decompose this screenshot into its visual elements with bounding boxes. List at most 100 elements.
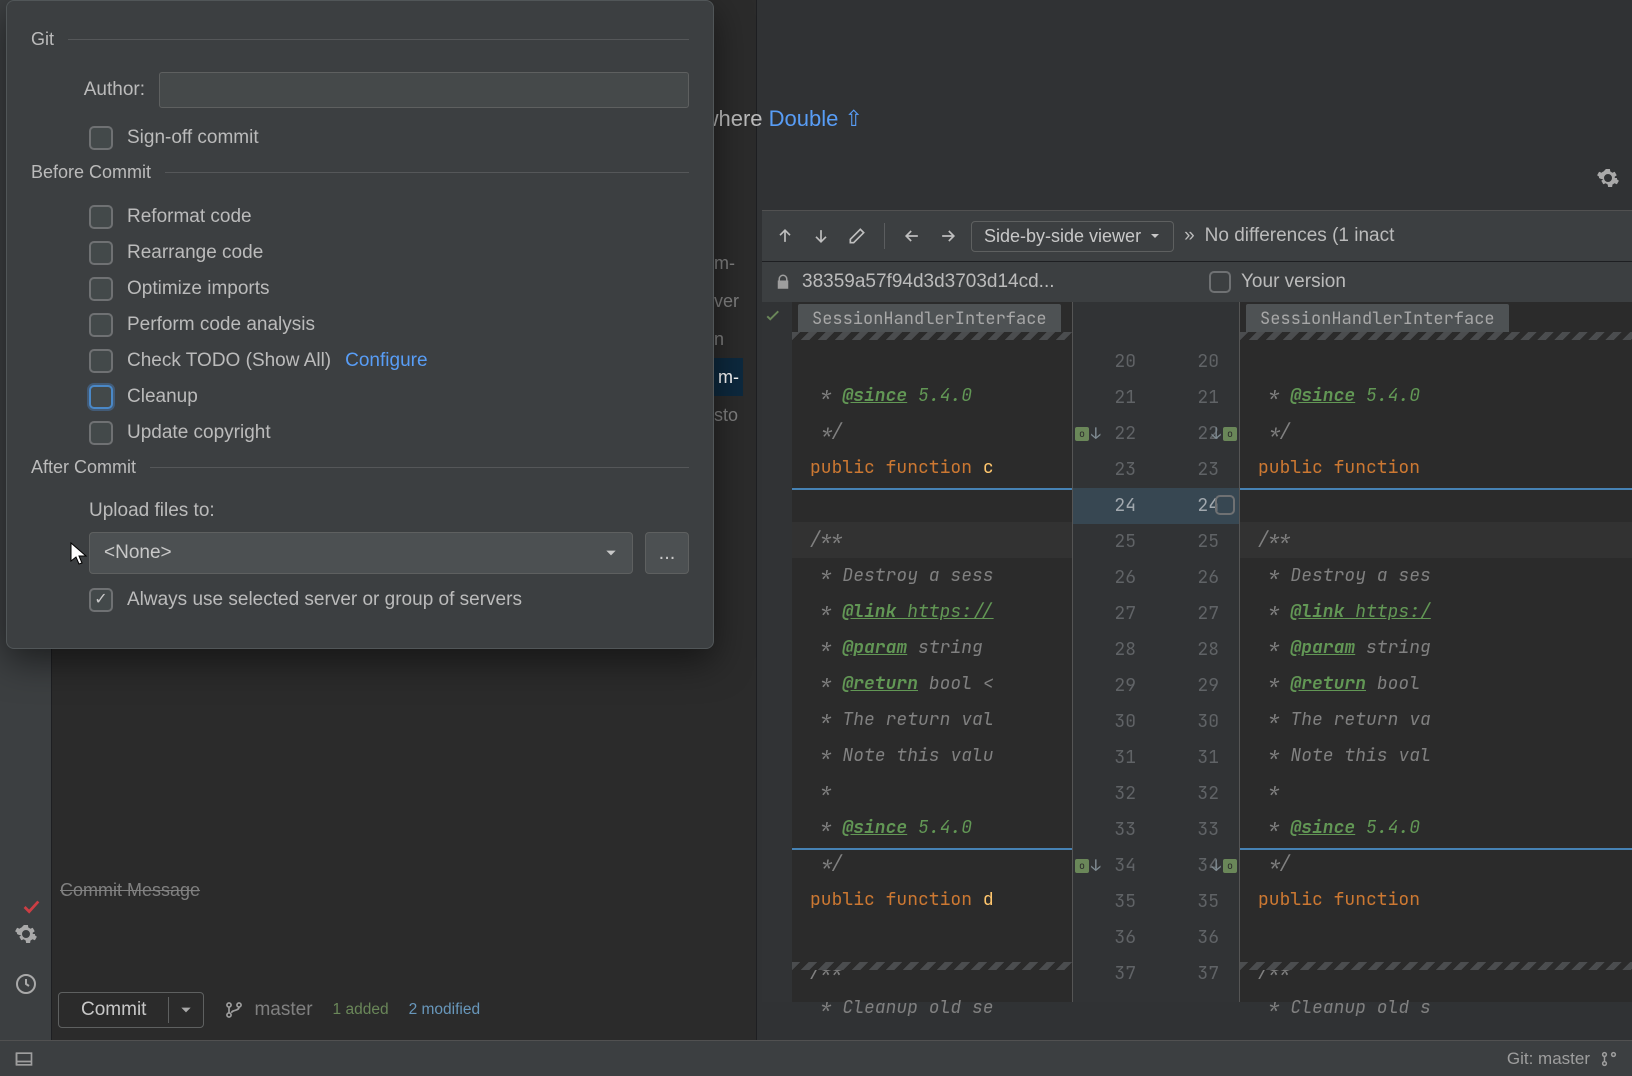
your-version-label: Your version <box>1241 271 1346 293</box>
overflow-icon[interactable]: » <box>1184 225 1195 247</box>
code-line: * <box>1240 774 1632 810</box>
code-line: /** <box>1240 522 1632 558</box>
code-line: * <box>792 774 1072 810</box>
signoff-checkbox[interactable] <box>89 126 113 150</box>
reformat-label: Reformat code <box>127 206 252 228</box>
tool-window-icon[interactable] <box>14 1049 34 1069</box>
diff-status-text: No differences (1 inact <box>1205 225 1395 247</box>
rearrange-checkbox[interactable] <box>89 241 113 265</box>
right-tab[interactable]: SessionHandlerInterface <box>1246 304 1509 334</box>
gutter-line: 27 <box>1073 596 1156 632</box>
always-use-server-label: Always use selected server or group of s… <box>127 589 522 611</box>
code-line: public function d <box>792 882 1072 918</box>
code-line: * Destroy a sess <box>792 558 1072 594</box>
branch-icon <box>224 1000 244 1020</box>
gutter-line: 34o↓ <box>1156 848 1239 884</box>
optimize-checkbox[interactable] <box>89 277 113 301</box>
code-line: * @since 5.4.0 <box>792 378 1072 414</box>
gutter-line: 22o↓ <box>1073 416 1156 452</box>
code-line: * @return bool <box>1240 666 1632 702</box>
left-code-pane[interactable]: SessionHandlerInterface * @since 5.4.0 *… <box>792 302 1072 1002</box>
copyright-checkbox[interactable] <box>89 421 113 445</box>
code-line: * The return val <box>792 702 1072 738</box>
code-line: * @return bool < <box>792 666 1072 702</box>
gutter-line: 27 <box>1156 596 1239 632</box>
code-line: */ <box>792 414 1072 450</box>
gutter-line: 20 <box>1073 344 1156 380</box>
fold-indicator <box>1240 332 1632 340</box>
copyright-label: Update copyright <box>127 422 271 444</box>
viewer-mode-select[interactable]: Side-by-side viewer <box>971 221 1174 252</box>
todo-checkbox[interactable] <box>89 349 113 373</box>
upload-label: Upload files to: <box>89 500 689 522</box>
gear-icon[interactable] <box>14 922 38 946</box>
right-code-pane[interactable]: SessionHandlerInterface * @since 5.4.0 *… <box>1240 302 1632 1002</box>
gutter-line: 23 <box>1073 452 1156 488</box>
gutter-line: 22o↓ <box>1156 416 1239 452</box>
gutter-line: 29 <box>1073 668 1156 704</box>
right-gutter: 202122o↓232425262728293031323334o↓353637 <box>1156 302 1240 1002</box>
todo-configure-link[interactable]: Configure <box>345 350 427 372</box>
gutter-line: 28 <box>1073 632 1156 668</box>
code-line: * @link https:/ <box>1240 594 1632 630</box>
always-use-server-checkbox[interactable] <box>89 588 113 612</box>
optimize-label: Optimize imports <box>127 278 270 300</box>
arrow-down-icon[interactable] <box>808 223 834 249</box>
your-version-checkbox[interactable] <box>1209 271 1231 293</box>
chevron-down-icon[interactable] <box>168 997 203 1023</box>
edit-icon[interactable] <box>844 223 870 249</box>
left-tab[interactable]: SessionHandlerInterface <box>798 304 1061 334</box>
gutter-line: 30 <box>1073 704 1156 740</box>
todo-label: Check TODO (Show All) <box>127 350 331 372</box>
reformat-checkbox[interactable] <box>89 205 113 229</box>
code-line: /** <box>1240 954 1632 990</box>
section-git: Git <box>31 29 689 50</box>
diff-line-checkbox[interactable] <box>1215 495 1235 515</box>
checkmark-icon <box>20 896 42 918</box>
upload-browse-button[interactable]: ... <box>645 532 689 574</box>
section-before: Before Commit <box>31 162 689 183</box>
upload-target-select[interactable]: <None> <box>89 532 633 574</box>
code-line: * @link https:// <box>792 594 1072 630</box>
author-input[interactable] <box>159 72 689 108</box>
branch-icon[interactable] <box>1600 1050 1618 1068</box>
left-gutter: 202122o↓232425262728293031323334o↓353637 <box>1072 302 1156 1002</box>
lock-icon <box>774 273 792 291</box>
diff-toolbar: Side-by-side viewer » No differences (1 … <box>762 210 1632 262</box>
gutter-line: 23 <box>1156 452 1239 488</box>
section-after: After Commit <box>31 457 689 478</box>
gutter-line: 29 <box>1156 668 1239 704</box>
added-count: 1 added <box>333 1001 389 1019</box>
arrow-left-icon[interactable] <box>899 223 925 249</box>
code-line: public function c <box>792 450 1072 486</box>
history-icon[interactable] <box>14 972 38 996</box>
arrow-right-icon[interactable] <box>935 223 961 249</box>
gutter-line: 35 <box>1073 884 1156 920</box>
gutter-line: 26 <box>1156 560 1239 596</box>
gutter-line: 34o↓ <box>1073 848 1156 884</box>
analysis-checkbox[interactable] <box>89 313 113 337</box>
arrow-up-icon[interactable] <box>772 223 798 249</box>
code-line <box>792 918 1072 954</box>
gutter-line: 25 <box>1156 524 1239 560</box>
code-line <box>1240 486 1632 522</box>
commit-options-popup: Git Author: Sign-off commit Before Commi… <box>6 0 714 649</box>
code-line: */ <box>1240 414 1632 450</box>
code-line: * @since 5.4.0 <box>792 810 1072 846</box>
code-line: /** <box>792 522 1072 558</box>
gutter-line: 28 <box>1156 632 1239 668</box>
commit-button[interactable]: Commit <box>58 992 204 1028</box>
gutter-line: 31 <box>1156 740 1239 776</box>
gear-icon[interactable] <box>1596 166 1620 190</box>
code-line <box>792 486 1072 522</box>
code-line: * @param string <box>792 630 1072 666</box>
left-check-gutter <box>762 302 792 1002</box>
code-line: * Note this valu <box>792 738 1072 774</box>
gutter-line: 33 <box>1156 812 1239 848</box>
separator <box>884 223 885 249</box>
git-status-label[interactable]: Git: master <box>1507 1049 1590 1069</box>
modified-count: 2 modified <box>409 1001 481 1019</box>
cleanup-label: Cleanup <box>127 386 198 408</box>
revision-hash: 38359a57f94d3d3703d14cd... <box>802 271 1055 293</box>
cleanup-checkbox[interactable] <box>89 385 113 409</box>
